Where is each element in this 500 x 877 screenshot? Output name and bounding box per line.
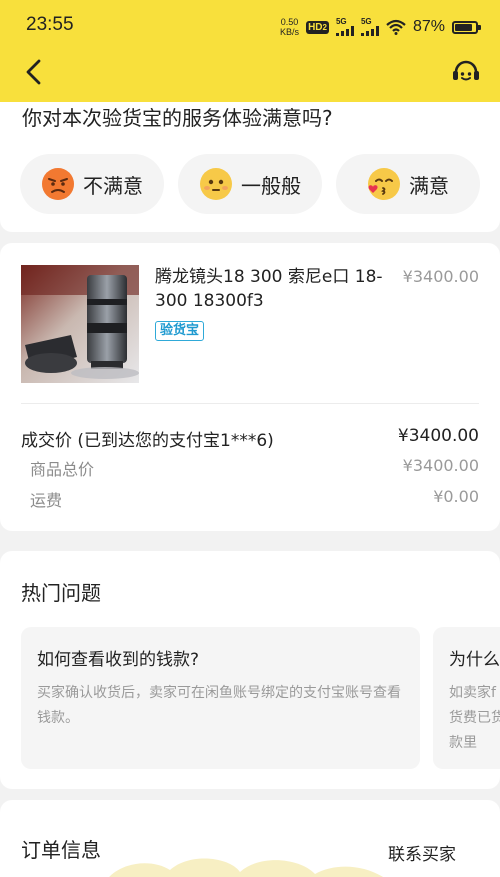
- faq-title: 热门问题: [21, 581, 101, 605]
- network-speed: 0.50 KB/s: [280, 17, 300, 37]
- wifi-icon: [386, 19, 406, 35]
- divider: [21, 403, 479, 404]
- faq-item[interactable]: 为什么 如卖家f货费已货款里: [433, 627, 500, 769]
- signal-icon: 5G: [360, 18, 379, 36]
- deal-price-label: 成交价 (已到达您的支付宝1***6): [21, 431, 274, 451]
- status-bar: 23:55 0.50 KB/s HD2 5G 5G 87%: [0, 0, 500, 52]
- top-header: 23:55 0.50 KB/s HD2 5G 5G 87%: [0, 0, 500, 102]
- faq-question: 为什么: [449, 650, 500, 670]
- satisfaction-card: 你对本次验货宝的服务体验满意吗? 不满意 一般般 满意: [0, 102, 500, 232]
- hd-icon: HD2: [306, 20, 329, 34]
- kiss-face-icon: [368, 168, 400, 200]
- battery-icon: [452, 20, 481, 34]
- product-title[interactable]: 腾龙镜头18 300 索尼e口 18-300 18300f3: [155, 265, 387, 313]
- contact-buyer-button[interactable]: 联系买家: [376, 838, 468, 867]
- chevron-left-icon[interactable]: [22, 58, 46, 86]
- shipping-value: ¥0.00: [433, 487, 479, 506]
- rating-satisfied-button[interactable]: 满意: [336, 154, 480, 214]
- faq-answer: 如卖家f货费已货款里: [449, 685, 500, 751]
- total-price-label: 商品总价: [30, 460, 95, 479]
- inspection-badge: 验货宝: [155, 321, 205, 341]
- deal-price-value: ¥3400.00: [397, 426, 479, 446]
- shipping-row: 运费 ¥0.00: [21, 487, 479, 515]
- status-time: 23:55: [26, 14, 74, 35]
- rating-label: 满意: [409, 173, 449, 198]
- total-price-row: 商品总价 ¥3400.00: [21, 456, 479, 484]
- satisfaction-question: 你对本次验货宝的服务体验满意吗?: [22, 106, 333, 130]
- product-price: ¥3400.00: [402, 267, 479, 286]
- signal-icon: 5G: [335, 18, 354, 36]
- neutral-face-icon: [200, 168, 232, 200]
- faq-question: 如何查看收到的钱款?: [37, 650, 200, 670]
- rating-dissatisfied-button[interactable]: 不满意: [20, 154, 164, 214]
- faq-card: 热门问题 如何查看收到的钱款? 买家确认收货后，卖家可在闲鱼账号绑定的支付宝账号…: [0, 551, 500, 789]
- faq-answer: 买家确认收货后，卖家可在闲鱼账号绑定的支付宝账号查看钱款。: [37, 685, 401, 726]
- order-info-title: 订单信息: [21, 838, 101, 862]
- shipping-label: 运费: [30, 491, 63, 510]
- total-price-value: ¥3400.00: [402, 456, 479, 475]
- lens-photo: [21, 265, 139, 383]
- product-card[interactable]: 腾龙镜头18 300 索尼e口 18-300 18300f3 ¥3400.00 …: [0, 243, 500, 531]
- customer-service-icon[interactable]: [450, 56, 482, 88]
- angry-face-icon: [42, 168, 74, 200]
- rating-label: 一般般: [241, 173, 301, 198]
- faq-carousel[interactable]: 如何查看收到的钱款? 买家确认收货后，卖家可在闲鱼账号绑定的支付宝账号查看钱款。…: [21, 627, 500, 769]
- deal-price-row: 成交价 (已到达您的支付宝1***6) ¥3400.00: [21, 426, 479, 454]
- decorative-blob: [109, 858, 383, 877]
- rating-neutral-button[interactable]: 一般般: [178, 154, 322, 214]
- rating-label: 不满意: [83, 173, 143, 198]
- faq-item[interactable]: 如何查看收到的钱款? 买家确认收货后，卖家可在闲鱼账号绑定的支付宝账号查看钱款。: [21, 627, 420, 769]
- status-icons: 0.50 KB/s HD2 5G 5G 87%: [280, 14, 481, 40]
- satisfaction-options: 不满意 一般般 满意: [20, 154, 490, 214]
- battery-percent: 87%: [412, 18, 445, 35]
- product-image[interactable]: [21, 265, 139, 383]
- order-info-card: 订单信息 联系买家: [0, 800, 500, 877]
